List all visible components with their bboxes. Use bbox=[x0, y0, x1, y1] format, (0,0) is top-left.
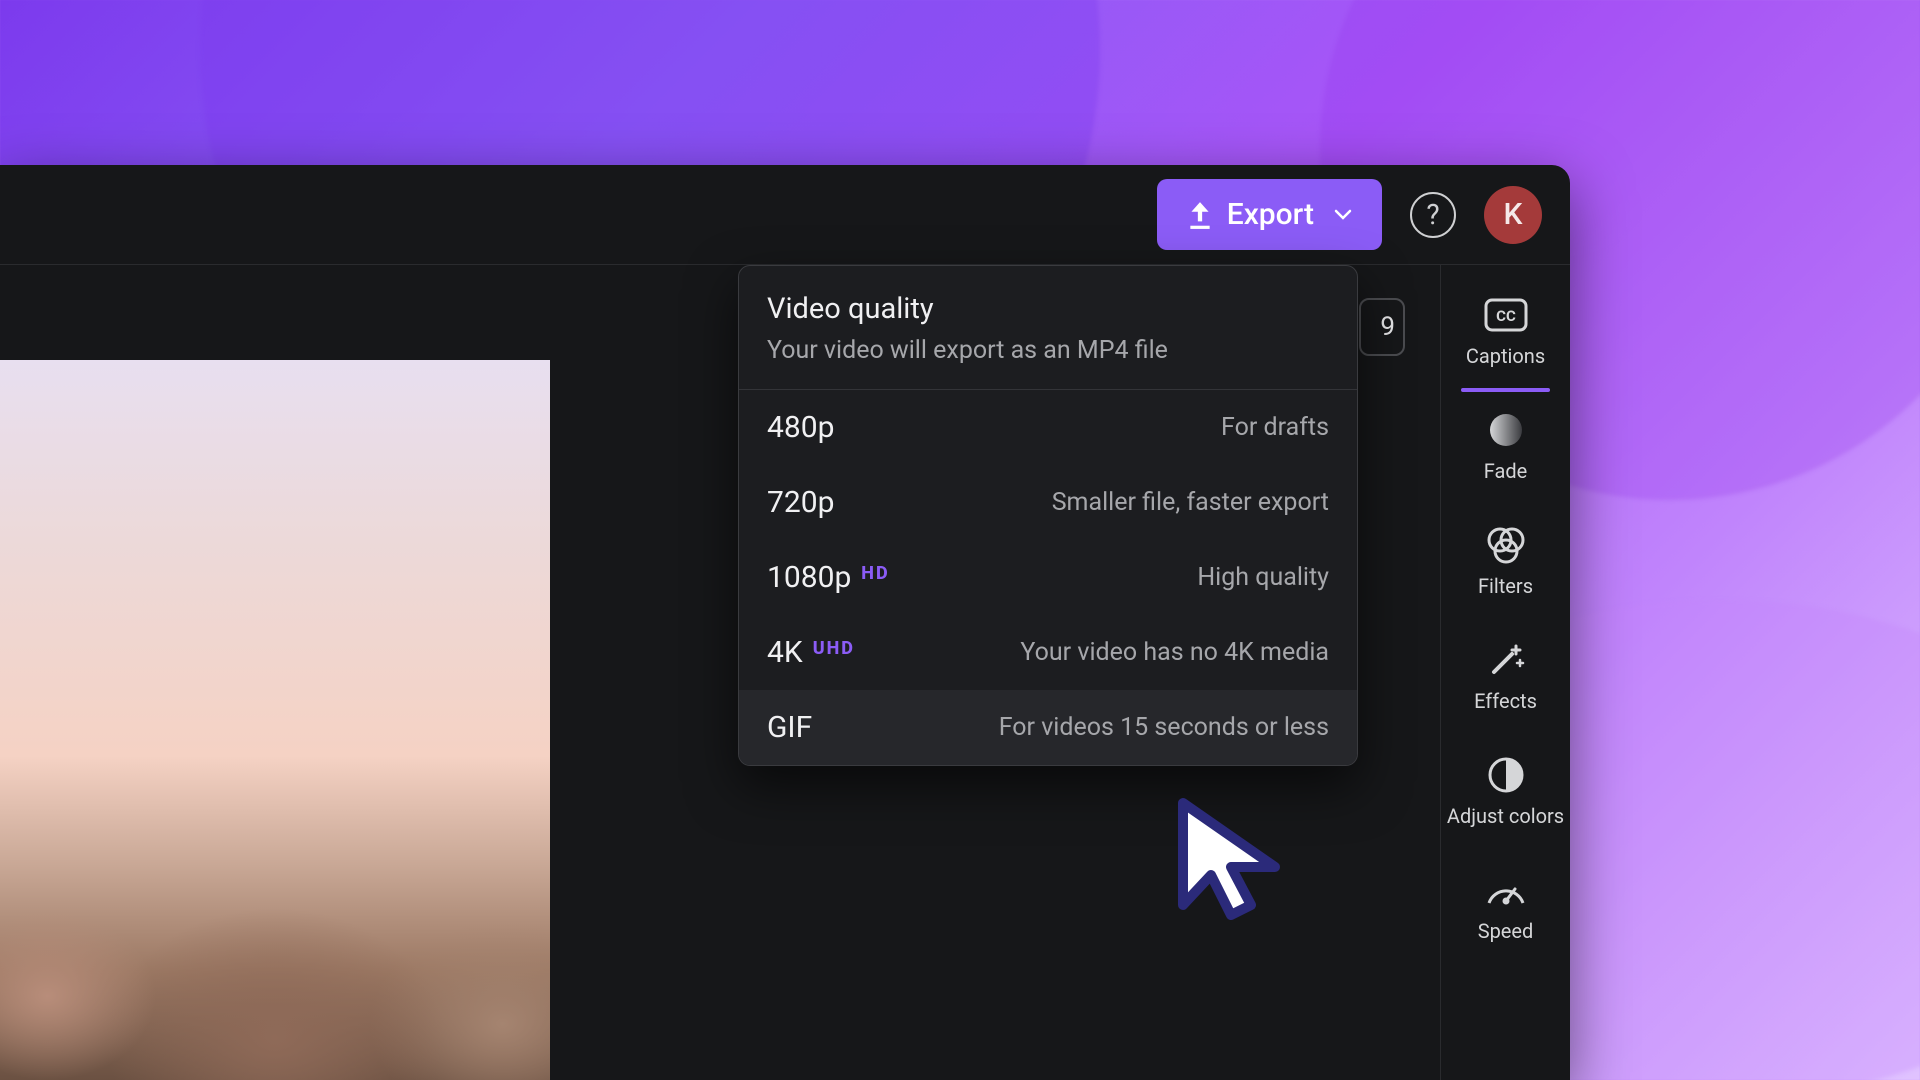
quality-label: 1080p bbox=[767, 560, 851, 595]
tool-adjust-colors[interactable]: Adjust colors bbox=[1441, 755, 1570, 828]
adjust-colors-icon bbox=[1483, 755, 1529, 795]
preview-area: 9 Video quality Your video will export a… bbox=[0, 265, 1440, 1080]
content-area: 9 Video quality Your video will export a… bbox=[0, 265, 1570, 1080]
quality-desc: For videos 15 seconds or less bbox=[999, 713, 1329, 742]
avatar-initial: K bbox=[1504, 197, 1523, 232]
quality-label: 4K bbox=[767, 635, 803, 670]
quality-desc: High quality bbox=[1197, 563, 1329, 592]
quality-desc: For drafts bbox=[1221, 413, 1329, 442]
quality-label: 480p bbox=[767, 410, 834, 445]
quality-label: 720p bbox=[767, 485, 834, 520]
tool-filters[interactable]: Filters bbox=[1441, 525, 1570, 598]
quality-desc: Smaller file, faster export bbox=[1052, 488, 1329, 517]
export-quality-dropdown: Video quality Your video will export as … bbox=[738, 265, 1358, 766]
dropdown-header: Video quality Your video will export as … bbox=[739, 266, 1357, 390]
quality-option-gif[interactable]: GIF For videos 15 seconds or less bbox=[739, 690, 1357, 765]
aspect-value: 9 bbox=[1380, 312, 1395, 342]
quality-option-4k[interactable]: 4K UHD Your video has no 4K media bbox=[739, 615, 1357, 690]
quality-option-720p[interactable]: 720p Smaller file, faster export bbox=[739, 465, 1357, 540]
app-window: Export ? K 9 Video quality Your video wi… bbox=[0, 165, 1570, 1080]
svg-text:CC: CC bbox=[1496, 307, 1516, 325]
effects-icon bbox=[1483, 640, 1529, 680]
export-label: Export bbox=[1227, 197, 1314, 232]
tool-fade[interactable]: Fade bbox=[1441, 410, 1570, 483]
tool-label: Effects bbox=[1474, 690, 1537, 713]
quality-option-1080p[interactable]: 1080p HD High quality bbox=[739, 540, 1357, 615]
dropdown-subtitle: Your video will export as an MP4 file bbox=[767, 336, 1329, 365]
dropdown-title: Video quality bbox=[767, 292, 1329, 326]
captions-icon: CC bbox=[1483, 295, 1529, 335]
video-preview[interactable] bbox=[0, 360, 550, 1080]
upload-icon bbox=[1187, 200, 1213, 230]
tool-effects[interactable]: Effects bbox=[1441, 640, 1570, 713]
speed-icon bbox=[1483, 870, 1529, 910]
tool-label: Speed bbox=[1478, 920, 1534, 943]
tool-label: Adjust colors bbox=[1447, 805, 1564, 828]
uhd-badge: UHD bbox=[813, 638, 855, 659]
quality-desc: Your video has no 4K media bbox=[1020, 638, 1329, 667]
help-label: ? bbox=[1426, 198, 1439, 231]
chevron-down-icon bbox=[1334, 209, 1352, 221]
avatar[interactable]: K bbox=[1484, 186, 1542, 244]
hd-badge: HD bbox=[861, 563, 889, 584]
fade-icon bbox=[1483, 410, 1529, 450]
help-button[interactable]: ? bbox=[1410, 192, 1456, 238]
tool-speed[interactable]: Speed bbox=[1441, 870, 1570, 943]
filters-icon bbox=[1483, 525, 1529, 565]
tool-label: Filters bbox=[1478, 575, 1533, 598]
tool-label: Captions bbox=[1466, 345, 1545, 368]
tool-label: Fade bbox=[1484, 460, 1528, 483]
cursor-icon bbox=[1175, 795, 1295, 925]
quality-label: GIF bbox=[767, 710, 812, 745]
tool-captions[interactable]: CC Captions bbox=[1441, 295, 1570, 368]
export-button[interactable]: Export bbox=[1157, 179, 1382, 250]
tools-sidebar: CC Captions Fade bbox=[1440, 265, 1570, 1080]
topbar: Export ? K bbox=[0, 165, 1570, 265]
aspect-ratio-badge[interactable]: 9 bbox=[1359, 298, 1405, 356]
quality-option-480p[interactable]: 480p For drafts bbox=[739, 390, 1357, 465]
